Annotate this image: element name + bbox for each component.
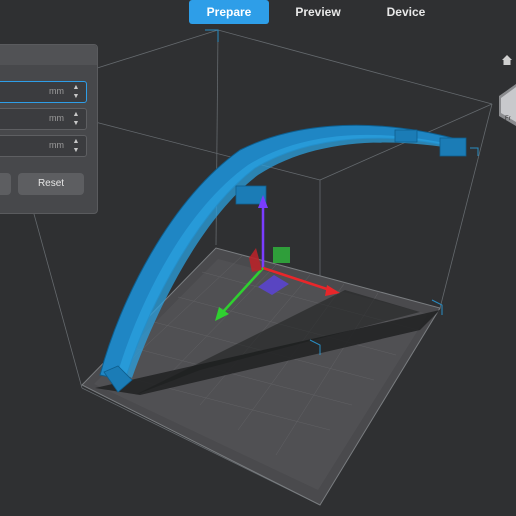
spin-down-icon[interactable]: ▼	[71, 120, 81, 128]
tab-device[interactable]: Device	[376, 0, 436, 24]
transform-field-2[interactable]: mm ▲ ▼	[0, 108, 87, 130]
transform-field-3[interactable]: mm ▲ ▼	[0, 135, 87, 157]
z-rotation-plane	[273, 247, 290, 263]
spin-down-icon[interactable]: ▼	[71, 147, 81, 155]
panel-header	[0, 45, 97, 65]
field-unit: mm	[49, 86, 64, 96]
spin-up-icon[interactable]: ▲	[71, 111, 81, 119]
transform-field-1[interactable]: mm ▲ ▼	[0, 81, 87, 103]
spin-down-icon[interactable]: ▼	[71, 93, 81, 101]
field-unit: mm	[49, 140, 64, 150]
field-unit: mm	[49, 113, 64, 123]
spin-up-icon[interactable]: ▲	[71, 84, 81, 92]
tab-preview[interactable]: Preview	[286, 0, 350, 24]
reset-button[interactable]: Reset	[18, 173, 84, 195]
home-icon[interactable]	[501, 54, 513, 66]
view-cube-label: Fr	[505, 116, 511, 122]
spin-up-icon[interactable]: ▲	[71, 138, 81, 146]
tab-prepare[interactable]: Prepare	[189, 0, 269, 24]
transform-panel: mm ▲ ▼ mm ▲ ▼ mm ▲ ▼ Reset	[0, 44, 98, 214]
top-tab-bar: Prepare Preview Device	[0, 0, 516, 26]
partial-button[interactable]	[0, 173, 11, 195]
